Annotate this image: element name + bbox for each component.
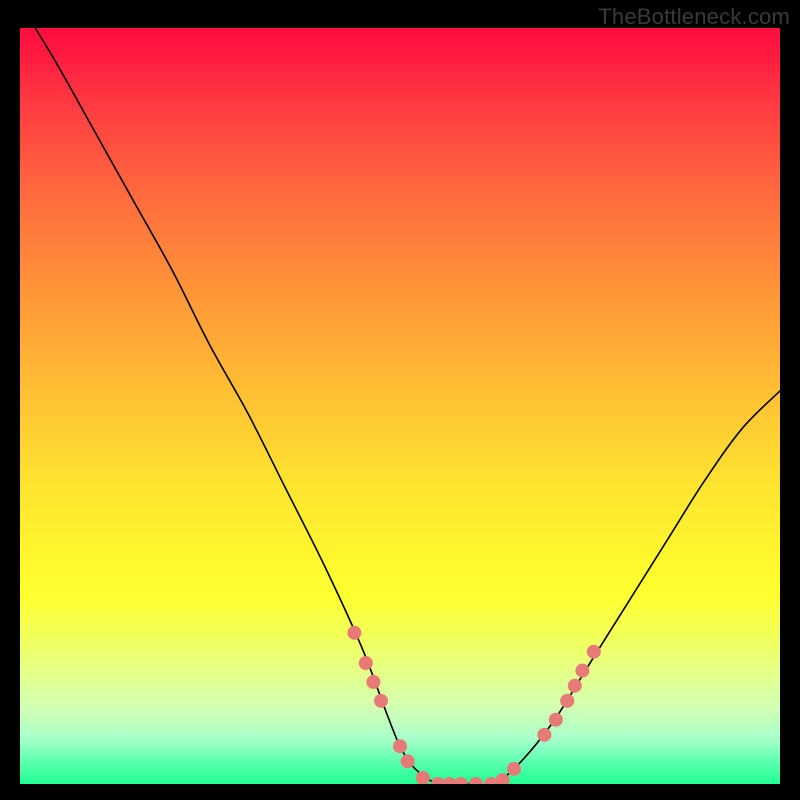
- curve-marker: [568, 679, 582, 693]
- curve-marker: [454, 777, 468, 784]
- curve-marker: [587, 645, 601, 659]
- curve-marker: [549, 713, 563, 727]
- curve-marker: [416, 771, 430, 784]
- curve-marker: [347, 626, 361, 640]
- watermark-text: TheBottleneck.com: [598, 4, 790, 30]
- chart-container: TheBottleneck.com: [0, 0, 800, 800]
- curve-markers: [347, 626, 600, 784]
- curve-marker: [537, 728, 551, 742]
- curve-marker: [359, 656, 373, 670]
- bottleneck-curve: [35, 28, 780, 784]
- curve-marker: [469, 777, 483, 784]
- plot-area: [20, 28, 780, 784]
- curve-marker: [575, 664, 589, 678]
- curve-marker: [366, 675, 380, 689]
- curve-svg: [20, 28, 780, 784]
- curve-marker: [507, 762, 521, 776]
- curve-marker: [401, 754, 415, 768]
- curve-marker: [560, 694, 574, 708]
- curve-marker: [393, 739, 407, 753]
- curve-marker: [374, 694, 388, 708]
